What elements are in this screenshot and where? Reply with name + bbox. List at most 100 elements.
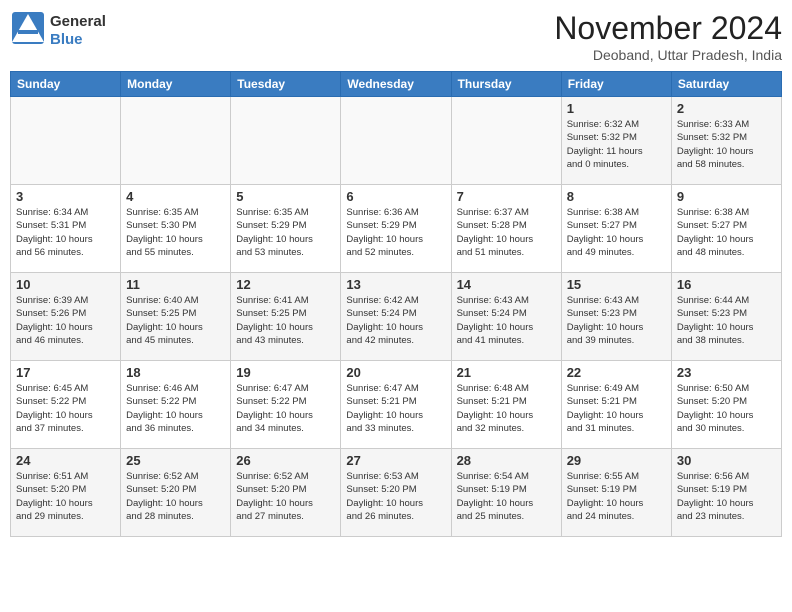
weekday-header-saturday: Saturday: [671, 72, 781, 97]
day-info: Sunrise: 6:38 AM Sunset: 5:27 PM Dayligh…: [567, 206, 666, 259]
day-cell: 12Sunrise: 6:41 AM Sunset: 5:25 PM Dayli…: [231, 273, 341, 361]
weekday-header-friday: Friday: [561, 72, 671, 97]
day-info: Sunrise: 6:47 AM Sunset: 5:21 PM Dayligh…: [346, 382, 445, 435]
day-info: Sunrise: 6:39 AM Sunset: 5:26 PM Dayligh…: [16, 294, 115, 347]
day-info: Sunrise: 6:36 AM Sunset: 5:29 PM Dayligh…: [346, 206, 445, 259]
day-cell: [341, 97, 451, 185]
day-number: 15: [567, 277, 666, 292]
day-cell: 24 Sunrise: 6:51 AM Sunset: 5:20 PM Dayli…: [11, 449, 121, 537]
day-info: Sunrise: 6:43 AM Sunset: 5:23 PM Dayligh…: [567, 294, 666, 347]
day-cell: 13Sunrise: 6:42 AM Sunset: 5:24 PM Dayli…: [341, 273, 451, 361]
day-cell: 22 Sunrise: 6:49 AM Sunset: 5:21 PM Dayli…: [561, 361, 671, 449]
day-info: Sunrise: 6:45 AM Sunset: 5:22 PM Dayligh…: [16, 382, 115, 435]
day-cell: 5 Sunrise: 6:35 AM Sunset: 5:29 PM Daylig…: [231, 185, 341, 273]
day-number: 28: [457, 453, 556, 468]
day-number: 22: [567, 365, 666, 380]
day-cell: 28 Sunrise: 6:54 AM Sunset: 5:19 PM Dayli…: [451, 449, 561, 537]
day-cell: 7Sunrise: 6:37 AM Sunset: 5:28 PM Daylig…: [451, 185, 561, 273]
day-cell: 2 Sunrise: 6:33 AM Sunset: 5:32 PM Daylig…: [671, 97, 781, 185]
day-number: 17: [16, 365, 115, 380]
day-info: Sunrise: 6:51 AM Sunset: 5:20 PM Dayligh…: [16, 470, 115, 523]
day-number: 25: [126, 453, 225, 468]
day-cell: 17 Sunrise: 6:45 AM Sunset: 5:22 PM Dayli…: [11, 361, 121, 449]
day-number: 5: [236, 189, 335, 204]
day-cell: [121, 97, 231, 185]
day-number: 24: [16, 453, 115, 468]
day-info: Sunrise: 6:52 AM Sunset: 5:20 PM Dayligh…: [126, 470, 225, 523]
week-row-5: 24 Sunrise: 6:51 AM Sunset: 5:20 PM Dayli…: [11, 449, 782, 537]
day-cell: 10 Sunrise: 6:39 AM Sunset: 5:26 PM Dayli…: [11, 273, 121, 361]
day-number: 11: [126, 277, 225, 292]
day-cell: 15 Sunrise: 6:43 AM Sunset: 5:23 PM Dayli…: [561, 273, 671, 361]
logo-icon: [10, 10, 46, 46]
day-cell: 1Sunrise: 6:32 AM Sunset: 5:32 PM Daylig…: [561, 97, 671, 185]
week-row-2: 3 Sunrise: 6:34 AM Sunset: 5:31 PM Daylig…: [11, 185, 782, 273]
day-cell: 20 Sunrise: 6:47 AM Sunset: 5:21 PM Dayli…: [341, 361, 451, 449]
day-info: Sunrise: 6:42 AM Sunset: 5:24 PM Dayligh…: [346, 294, 445, 347]
day-cell: 16 Sunrise: 6:44 AM Sunset: 5:23 PM Dayli…: [671, 273, 781, 361]
day-number: 4: [126, 189, 225, 204]
day-cell: [231, 97, 341, 185]
day-number: 8: [567, 189, 666, 204]
day-cell: 11 Sunrise: 6:40 AM Sunset: 5:25 PM Dayli…: [121, 273, 231, 361]
day-cell: 23 Sunrise: 6:50 AM Sunset: 5:20 PM Dayli…: [671, 361, 781, 449]
location-subtitle: Deoband, Uttar Pradesh, India: [554, 47, 782, 63]
day-info: Sunrise: 6:56 AM Sunset: 5:19 PM Dayligh…: [677, 470, 776, 523]
logo-text: General Blue: [50, 13, 106, 49]
day-info: Sunrise: 6:41 AM Sunset: 5:25 PM Dayligh…: [236, 294, 335, 347]
calendar-table: SundayMondayTuesdayWednesdayThursdayFrid…: [10, 71, 782, 537]
day-number: 20: [346, 365, 445, 380]
day-info: Sunrise: 6:38 AM Sunset: 5:27 PM Dayligh…: [677, 206, 776, 259]
week-row-4: 17 Sunrise: 6:45 AM Sunset: 5:22 PM Dayli…: [11, 361, 782, 449]
day-cell: 21Sunrise: 6:48 AM Sunset: 5:21 PM Dayli…: [451, 361, 561, 449]
day-cell: 4 Sunrise: 6:35 AM Sunset: 5:30 PM Daylig…: [121, 185, 231, 273]
day-info: Sunrise: 6:44 AM Sunset: 5:23 PM Dayligh…: [677, 294, 776, 347]
day-number: 21: [457, 365, 556, 380]
week-row-3: 10 Sunrise: 6:39 AM Sunset: 5:26 PM Dayli…: [11, 273, 782, 361]
day-cell: 14 Sunrise: 6:43 AM Sunset: 5:24 PM Dayli…: [451, 273, 561, 361]
day-info: Sunrise: 6:49 AM Sunset: 5:21 PM Dayligh…: [567, 382, 666, 435]
day-cell: 6 Sunrise: 6:36 AM Sunset: 5:29 PM Daylig…: [341, 185, 451, 273]
day-cell: 26 Sunrise: 6:52 AM Sunset: 5:20 PM Dayli…: [231, 449, 341, 537]
weekday-header-thursday: Thursday: [451, 72, 561, 97]
logo: General Blue: [10, 10, 106, 51]
day-info: Sunrise: 6:55 AM Sunset: 5:19 PM Dayligh…: [567, 470, 666, 523]
day-info: Sunrise: 6:33 AM Sunset: 5:32 PM Dayligh…: [677, 118, 776, 171]
day-info: Sunrise: 6:52 AM Sunset: 5:20 PM Dayligh…: [236, 470, 335, 523]
day-number: 2: [677, 101, 776, 116]
weekday-header-wednesday: Wednesday: [341, 72, 451, 97]
day-number: 26: [236, 453, 335, 468]
logo-blue: Blue: [50, 31, 83, 48]
title-block: November 2024 Deoband, Uttar Pradesh, In…: [554, 10, 782, 63]
day-info: Sunrise: 6:54 AM Sunset: 5:19 PM Dayligh…: [457, 470, 556, 523]
day-info: Sunrise: 6:34 AM Sunset: 5:31 PM Dayligh…: [16, 206, 115, 259]
weekday-header-row: SundayMondayTuesdayWednesdayThursdayFrid…: [11, 72, 782, 97]
day-info: Sunrise: 6:43 AM Sunset: 5:24 PM Dayligh…: [457, 294, 556, 347]
day-info: Sunrise: 6:40 AM Sunset: 5:25 PM Dayligh…: [126, 294, 225, 347]
week-row-1: 1Sunrise: 6:32 AM Sunset: 5:32 PM Daylig…: [11, 97, 782, 185]
day-info: Sunrise: 6:35 AM Sunset: 5:30 PM Dayligh…: [126, 206, 225, 259]
day-info: Sunrise: 6:46 AM Sunset: 5:22 PM Dayligh…: [126, 382, 225, 435]
day-number: 23: [677, 365, 776, 380]
day-number: 14: [457, 277, 556, 292]
day-number: 10: [16, 277, 115, 292]
day-number: 1: [567, 101, 666, 116]
day-number: 3: [16, 189, 115, 204]
day-info: Sunrise: 6:35 AM Sunset: 5:29 PM Dayligh…: [236, 206, 335, 259]
day-number: 16: [677, 277, 776, 292]
day-info: Sunrise: 6:47 AM Sunset: 5:22 PM Dayligh…: [236, 382, 335, 435]
day-cell: 27Sunrise: 6:53 AM Sunset: 5:20 PM Dayli…: [341, 449, 451, 537]
day-cell: 19 Sunrise: 6:47 AM Sunset: 5:22 PM Dayli…: [231, 361, 341, 449]
day-number: 30: [677, 453, 776, 468]
weekday-header-sunday: Sunday: [11, 72, 121, 97]
day-cell: 29 Sunrise: 6:55 AM Sunset: 5:19 PM Dayli…: [561, 449, 671, 537]
day-cell: 30 Sunrise: 6:56 AM Sunset: 5:19 PM Dayli…: [671, 449, 781, 537]
day-cell: [11, 97, 121, 185]
day-cell: 25 Sunrise: 6:52 AM Sunset: 5:20 PM Dayli…: [121, 449, 231, 537]
day-number: 29: [567, 453, 666, 468]
day-number: 19: [236, 365, 335, 380]
day-number: 7: [457, 189, 556, 204]
day-cell: 8 Sunrise: 6:38 AM Sunset: 5:27 PM Daylig…: [561, 185, 671, 273]
day-number: 6: [346, 189, 445, 204]
day-info: Sunrise: 6:50 AM Sunset: 5:20 PM Dayligh…: [677, 382, 776, 435]
